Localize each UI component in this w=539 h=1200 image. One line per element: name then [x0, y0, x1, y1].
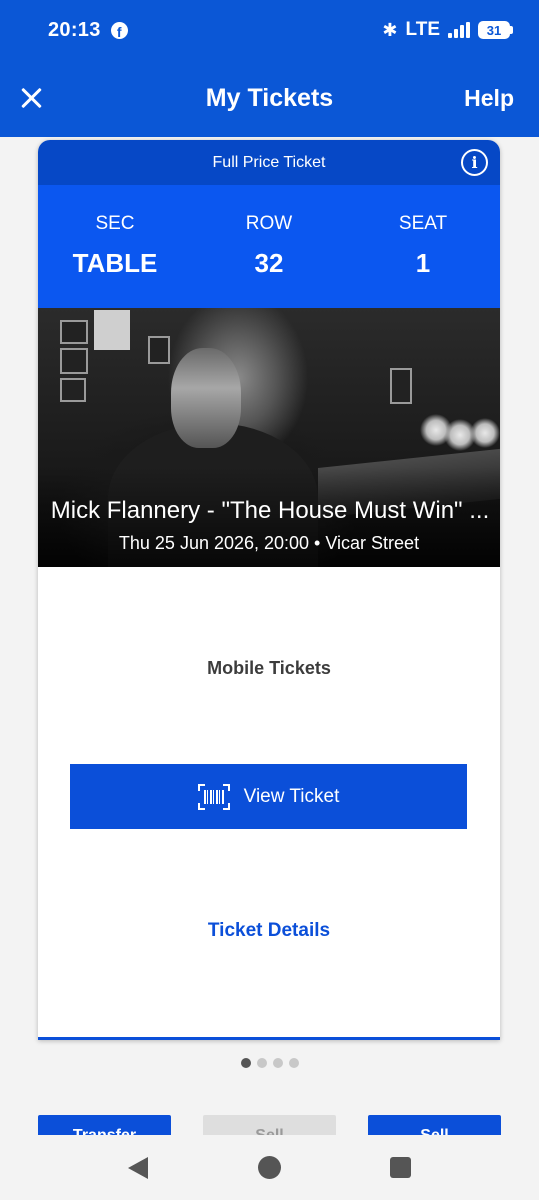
event-image: Mick Flannery - "The House Must Win" ...… [38, 308, 500, 567]
signal-strength-icon [448, 22, 470, 38]
battery-level: 31 [478, 21, 510, 39]
sell-right-button[interactable]: Sell [368, 1115, 501, 1137]
page-indicator [0, 1058, 539, 1068]
section-value: TABLE [72, 248, 158, 278]
page-dot[interactable] [256, 1058, 267, 1068]
app-bar: My Tickets Help [0, 60, 539, 137]
battery-icon: 31 [478, 21, 513, 39]
bluetooth-icon: ✱ [382, 19, 398, 40]
page-dot[interactable] [272, 1058, 283, 1068]
info-icon[interactable]: i [461, 149, 488, 176]
ticket-type-bar: Full Price Ticket i [38, 140, 500, 185]
barcode-icon [197, 783, 230, 810]
page-title: My Tickets [205, 84, 334, 112]
page-dot[interactable] [288, 1058, 299, 1068]
back-icon[interactable] [128, 1157, 148, 1179]
row-column: ROW 32 [192, 185, 346, 308]
system-navigation-bar [0, 1135, 539, 1200]
row-label: ROW [245, 213, 293, 234]
event-date-venue: Thu 25 Jun 2026, 20:00 • Vicar Street [118, 533, 420, 553]
event-name: Mick Flannery - "The House Must Win" ... [50, 497, 490, 524]
page-dot-active[interactable] [240, 1058, 251, 1068]
home-icon[interactable] [258, 1156, 281, 1179]
status-time: 20:13 [48, 18, 101, 41]
status-indicators: ✱ LTE 31 [382, 19, 513, 41]
view-ticket-label: View Ticket [243, 785, 340, 807]
view-ticket-button[interactable]: View Ticket [70, 764, 467, 829]
section-column: SEC TABLE [38, 185, 192, 308]
seat-label: SEAT [398, 213, 448, 234]
sell-button[interactable]: Sell [203, 1115, 336, 1137]
section-label: SEC [95, 213, 135, 234]
ticket-type-label: Full Price Ticket [212, 153, 326, 171]
transfer-button[interactable]: Transfer [38, 1115, 171, 1137]
card-bottom-border [38, 1037, 500, 1040]
seat-info: SEC TABLE ROW 32 SEAT 1 [38, 185, 500, 308]
facebook-notification-icon: f [110, 21, 128, 39]
seat-column: SEAT 1 [346, 185, 500, 308]
network-type: LTE [405, 19, 440, 40]
seat-value: 1 [415, 248, 431, 278]
row-value: 32 [254, 248, 284, 278]
recents-icon[interactable] [390, 1157, 411, 1178]
ticket-details-link[interactable]: Ticket Details [38, 920, 500, 942]
status-bar: 20:13 f ✱ LTE 31 [0, 0, 539, 60]
ticket-card: Full Price Ticket i SEC TABLE ROW 32 SEA… [38, 140, 500, 1040]
delivery-method-label: Mobile Tickets [207, 658, 331, 678]
help-button[interactable]: Help [464, 85, 514, 112]
